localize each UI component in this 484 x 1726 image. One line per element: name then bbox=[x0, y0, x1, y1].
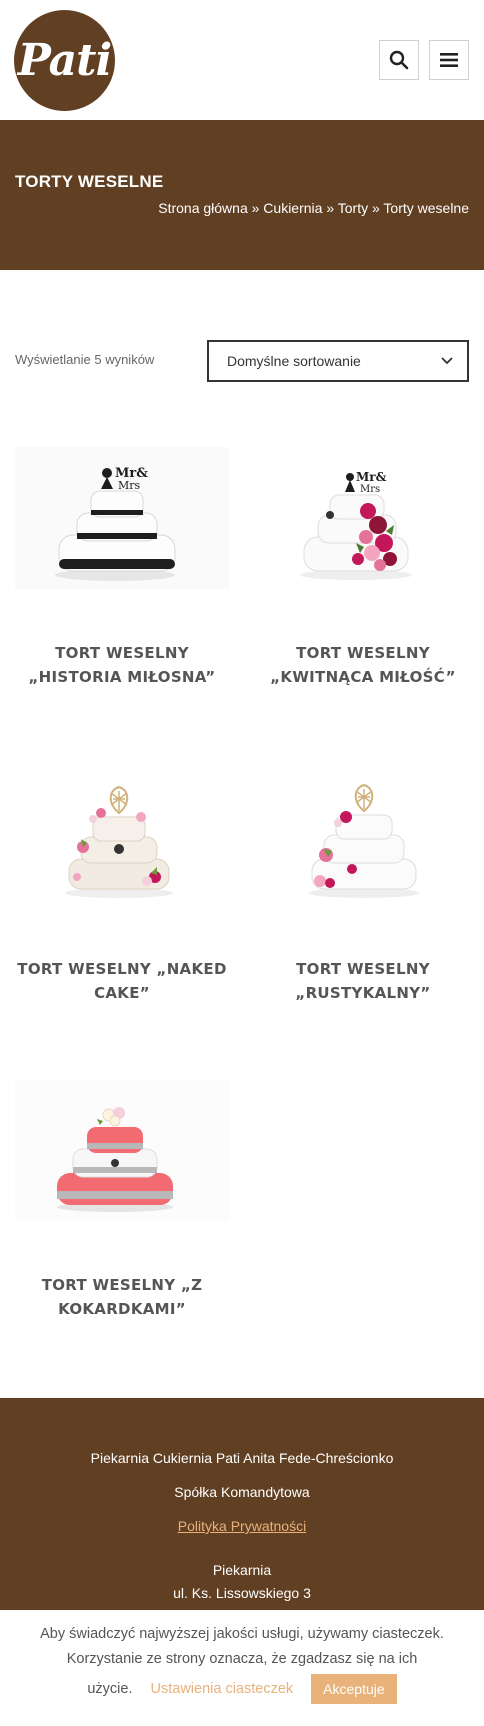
product-title-line: „HISTORIA MIŁOSNA” bbox=[28, 668, 216, 686]
product-title-line: TORT WESELNY „NAKED bbox=[17, 960, 227, 978]
company-type: Spółka Komandytowa bbox=[174, 1484, 310, 1500]
search-button[interactable] bbox=[379, 40, 419, 80]
product-title-line: KOKARDKAMI” bbox=[58, 1300, 186, 1318]
product-title-line: TORT WESELNY bbox=[296, 644, 430, 662]
result-count: Wyświetlanie 5 wyników bbox=[15, 352, 155, 367]
shop-toolbar: Wyświetlanie 5 wyników Domyślne sortowan… bbox=[0, 340, 484, 382]
cookie-text-line: użycie. bbox=[87, 1680, 133, 1697]
chevron-down-icon bbox=[441, 357, 453, 365]
privacy-policy-link[interactable]: Polityka Prywatności bbox=[0, 1518, 484, 1534]
product-title[interactable]: TORT WESELNY „HISTORIA MIŁOSNA” bbox=[15, 641, 229, 689]
product-image[interactable]: Mr& Mrs bbox=[15, 447, 229, 589]
svg-text:Mrs: Mrs bbox=[360, 484, 380, 495]
sort-selected-value: Domyślne sortowanie bbox=[227, 353, 361, 369]
product-card[interactable]: TORT WESELNY „Z KOKARDKAMI” bbox=[15, 1079, 229, 1321]
site-footer: Piekarnia Cukiernia Pati Anita Fede-Chre… bbox=[0, 1398, 484, 1628]
product-card[interactable]: Mr& Mrs TORT WESELNY „KWITNĄCA MIŁOŚĆ” bbox=[256, 447, 470, 689]
company-name: Piekarnia Cukiernia Pati Anita Fede-Chre… bbox=[90, 1450, 394, 1466]
cookie-accept-button[interactable]: Akceptuje bbox=[311, 1674, 397, 1704]
footer-address: ul. Ks. Lissowskiego 3 bbox=[173, 1585, 311, 1601]
product-card[interactable]: TORT WESELNY „NAKED CAKE” bbox=[15, 763, 229, 1005]
product-card[interactable]: Mr& Mrs TORT WESELNY „HISTORIA MIŁOSNA” bbox=[15, 447, 229, 689]
site-logo[interactable]: Pati bbox=[14, 10, 115, 111]
product-title-line: CAKE” bbox=[94, 984, 150, 1002]
product-image[interactable] bbox=[15, 763, 229, 905]
product-title-line: „KWITNĄCA MIŁOŚĆ” bbox=[270, 668, 456, 686]
svg-text:Mrs: Mrs bbox=[118, 479, 141, 492]
product-title[interactable]: TORT WESELNY „Z KOKARDKAMI” bbox=[15, 1273, 229, 1321]
cookie-settings-link[interactable]: Ustawienia ciasteczek bbox=[151, 1677, 294, 1702]
product-image[interactable]: Mr& Mrs bbox=[256, 447, 470, 589]
product-title-line: TORT WESELNY bbox=[55, 644, 189, 662]
menu-button[interactable] bbox=[429, 40, 469, 80]
cookie-text-line: Korzystanie ze strony oznacza, że zgadza… bbox=[66, 1651, 418, 1667]
product-image[interactable] bbox=[15, 1079, 229, 1221]
product-title-line: „RUSTYKALNY” bbox=[295, 984, 431, 1002]
cookie-text-line: Aby świadczyć najwyższej jakości usługi,… bbox=[40, 1626, 444, 1642]
logo-text: Pati bbox=[17, 35, 112, 86]
page-banner: TORTY WESELNE Strona główna » Cukiernia … bbox=[0, 120, 484, 270]
hamburger-menu-icon bbox=[440, 53, 458, 67]
product-card[interactable]: TORT WESELNY „RUSTYKALNY” bbox=[256, 763, 470, 1005]
product-title-line: TORT WESELNY bbox=[296, 960, 430, 978]
product-image[interactable] bbox=[256, 763, 470, 905]
breadcrumb[interactable]: Strona główna » Cukiernia » Torty » Tort… bbox=[158, 200, 469, 216]
sort-select[interactable]: Domyślne sortowanie bbox=[207, 340, 469, 382]
page-title: TORTY WESELNE bbox=[15, 172, 164, 191]
product-title[interactable]: TORT WESELNY „NAKED CAKE” bbox=[15, 957, 229, 1005]
svg-text:Mr&: Mr& bbox=[356, 470, 387, 484]
cookie-banner: Aby świadczyć najwyższej jakości usługi,… bbox=[0, 1610, 484, 1726]
site-header: Pati bbox=[0, 0, 484, 120]
product-title[interactable]: TORT WESELNY „RUSTYKALNY” bbox=[256, 957, 470, 1005]
product-title[interactable]: TORT WESELNY „KWITNĄCA MIŁOŚĆ” bbox=[256, 641, 470, 689]
footer-section-heading: Piekarnia bbox=[212, 1562, 272, 1578]
product-title-line: TORT WESELNY „Z bbox=[41, 1276, 203, 1294]
search-icon bbox=[389, 50, 409, 70]
